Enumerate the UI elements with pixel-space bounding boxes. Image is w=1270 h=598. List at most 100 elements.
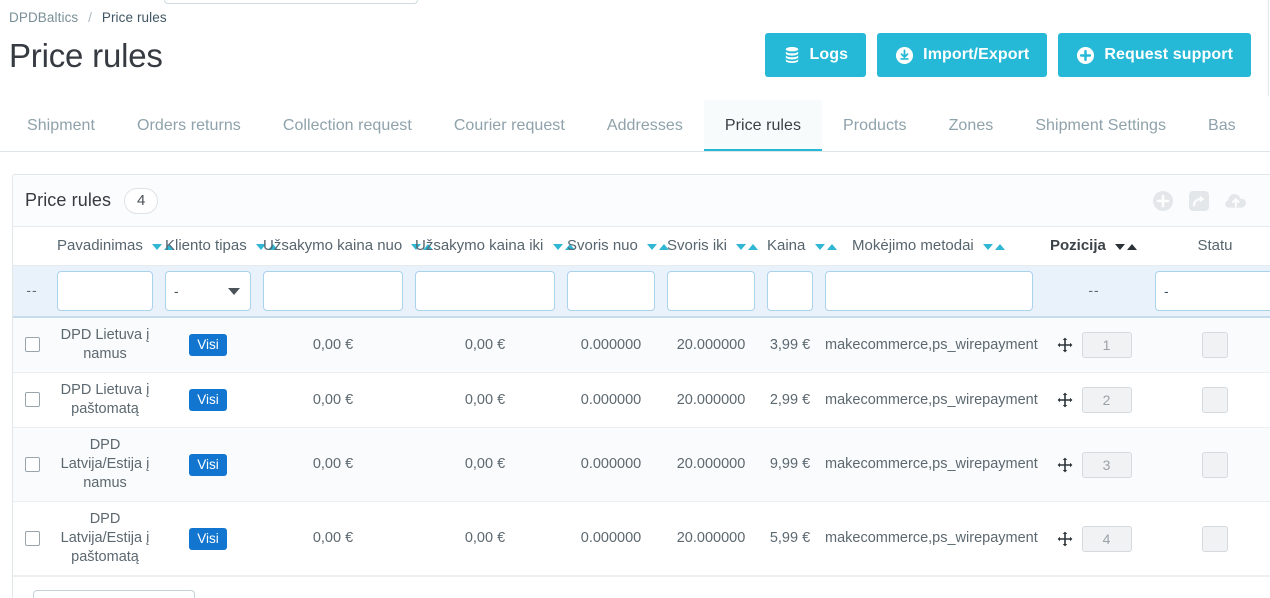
sort-arrows-mokejimo-metodai[interactable] [982,244,1006,251]
th-uzsakymo-kaina-nuo[interactable]: Užsakymo kaina nuo [257,227,434,266]
sort-desc-icon[interactable] [552,244,563,251]
tab-products[interactable]: Products [822,100,928,151]
row-checkbox[interactable] [24,392,40,408]
cell-weight-from: 0.000000 [561,501,661,576]
filter-weight-to-input[interactable] [667,270,755,311]
client-type-badge: Visi [189,389,227,411]
th-svoris-iki[interactable]: Svoris iki [661,227,761,266]
filter-status-select[interactable]: - [1155,270,1270,311]
sort-asc-icon[interactable] [748,244,759,251]
filter-price-to-input[interactable] [415,270,555,311]
tab-zones[interactable]: Zones [928,100,1015,151]
tab-collection-request[interactable]: Collection request [262,100,433,151]
bulk-actions-select[interactable] [33,590,195,598]
sort-desc-icon[interactable] [736,244,747,251]
table-row[interactable]: DPD Lietuva į paštomatą Visi 0,00 € 0,00… [13,372,1270,428]
filter-payment-input[interactable] [825,270,1033,311]
sort-asc-icon[interactable] [994,244,1005,251]
th-pozicija[interactable]: Pozicija [1039,227,1149,266]
database-icon [783,46,801,64]
row-checkbox[interactable] [24,456,40,472]
sort-desc-icon[interactable] [982,244,993,251]
th-kliento-tipas[interactable]: Kliento tipas [159,227,278,266]
status-toggle[interactable] [1202,525,1228,552]
row-checkbox[interactable] [24,530,40,546]
tab-orders-returns[interactable]: Orders returns [116,100,262,151]
table-row[interactable]: DPD Latvija/Estija į namus Visi 0,00 € 0… [13,427,1270,502]
sort-asc-icon[interactable] [826,244,837,251]
th-pavadinimas-label: Pavadinimas [57,237,143,255]
add-icon[interactable] [1152,190,1174,212]
breadcrumb-root[interactable]: DPDBaltics [9,10,78,25]
drag-handle-icon[interactable] [1057,337,1073,353]
sort-desc-icon[interactable] [647,244,658,251]
export-icon[interactable] [1188,190,1210,212]
status-toggle[interactable] [1202,387,1228,413]
cell-price-from: 0,00 € [257,372,409,428]
position-input[interactable] [1081,387,1132,413]
import-export-button[interactable]: Import/Export [877,33,1048,77]
row-checkbox-cell [13,372,51,428]
filter-price-input[interactable] [767,270,813,311]
th-kaina[interactable]: Kaina [761,227,837,266]
tab-shipment[interactable]: Shipment [6,100,116,151]
filter-weight-from-cell [561,265,661,318]
cell-status [1149,501,1270,576]
row-checkbox-cell [13,427,51,502]
logs-button[interactable]: Logs [764,33,867,77]
filter-price-to-cell [409,265,561,318]
sort-arrows-pozicija[interactable] [1114,244,1138,251]
tab-courier-request[interactable]: Courier request [433,100,586,151]
cell-price-from: 0,00 € [257,501,409,576]
cell-client: Visi [159,317,257,373]
position-input[interactable] [1081,451,1132,478]
cell-weight-from: 0.000000 [561,372,661,428]
position-input[interactable] [1081,525,1132,552]
sort-asc-icon[interactable] [1127,244,1138,251]
status-toggle[interactable] [1202,451,1228,478]
drag-handle-icon[interactable] [1057,457,1073,473]
drag-handle-icon[interactable] [1057,392,1073,408]
table-row[interactable]: DPD Latvija/Estija į paštomatą Visi 0,00… [13,501,1270,576]
cell-price-from: 0,00 € [257,427,409,502]
sort-arrows-kaina[interactable] [814,244,838,251]
cell-weight-from: 0.000000 [561,317,661,373]
cell-client: Visi [159,501,257,576]
row-checkbox[interactable] [24,337,40,353]
th-uzsakymo-kaina-nuo-label: Užsakymo kaina nuo [263,237,403,255]
cell-payment: makecommerce,ps_wirepayment [819,372,1039,428]
sort-arrows-svoris-iki[interactable] [735,244,759,251]
tab-addresses[interactable]: Addresses [586,100,704,151]
sort-desc-icon[interactable] [1115,244,1126,251]
panel-tools [1152,190,1264,212]
tab-basic[interactable]: Bas [1187,100,1257,151]
cell-weight-to: 20.000000 [661,501,761,576]
filter-client-cell: - [159,265,257,318]
request-support-button[interactable]: Request support [1058,33,1251,77]
price-rules-page: DPDBaltics / Price rules Price rules Log… [0,0,1270,598]
filter-price-from-cell [257,265,409,318]
tab-shipment-settings[interactable]: Shipment Settings [1014,100,1187,151]
cell-status [1149,317,1270,373]
filter-client-select[interactable]: - [165,270,251,311]
th-svoris-nuo[interactable]: Svoris nuo [561,227,670,266]
th-uzsakymo-kaina-iki[interactable]: Užsakymo kaina iki [409,227,575,266]
status-toggle[interactable] [1202,332,1228,358]
client-type-badge: Visi [189,453,227,476]
import-cloud-icon[interactable] [1224,190,1248,212]
cell-price-to: 0,00 € [409,372,561,428]
filter-name-input[interactable] [57,270,153,311]
filter-price-from-input[interactable] [263,270,403,311]
th-mokejimo-metodai[interactable]: Mokėjimo metodai [819,227,1039,266]
position-input[interactable] [1081,332,1132,358]
th-pavadinimas[interactable]: Pavadinimas [51,227,175,266]
table-row[interactable]: DPD Lietuva į namus Visi 0,00 € 0,00 € 0… [13,317,1270,373]
sort-desc-icon[interactable] [814,244,825,251]
drag-handle-icon[interactable] [1057,531,1073,547]
filter-weight-from-input[interactable] [567,270,655,311]
table-filter-row: -- - -- - [13,265,1270,318]
import-export-button-label: Import/Export [923,46,1030,63]
sort-desc-icon[interactable] [152,244,163,251]
tab-price-rules[interactable]: Price rules [703,100,823,151]
th-status[interactable]: Statu [1149,227,1270,266]
